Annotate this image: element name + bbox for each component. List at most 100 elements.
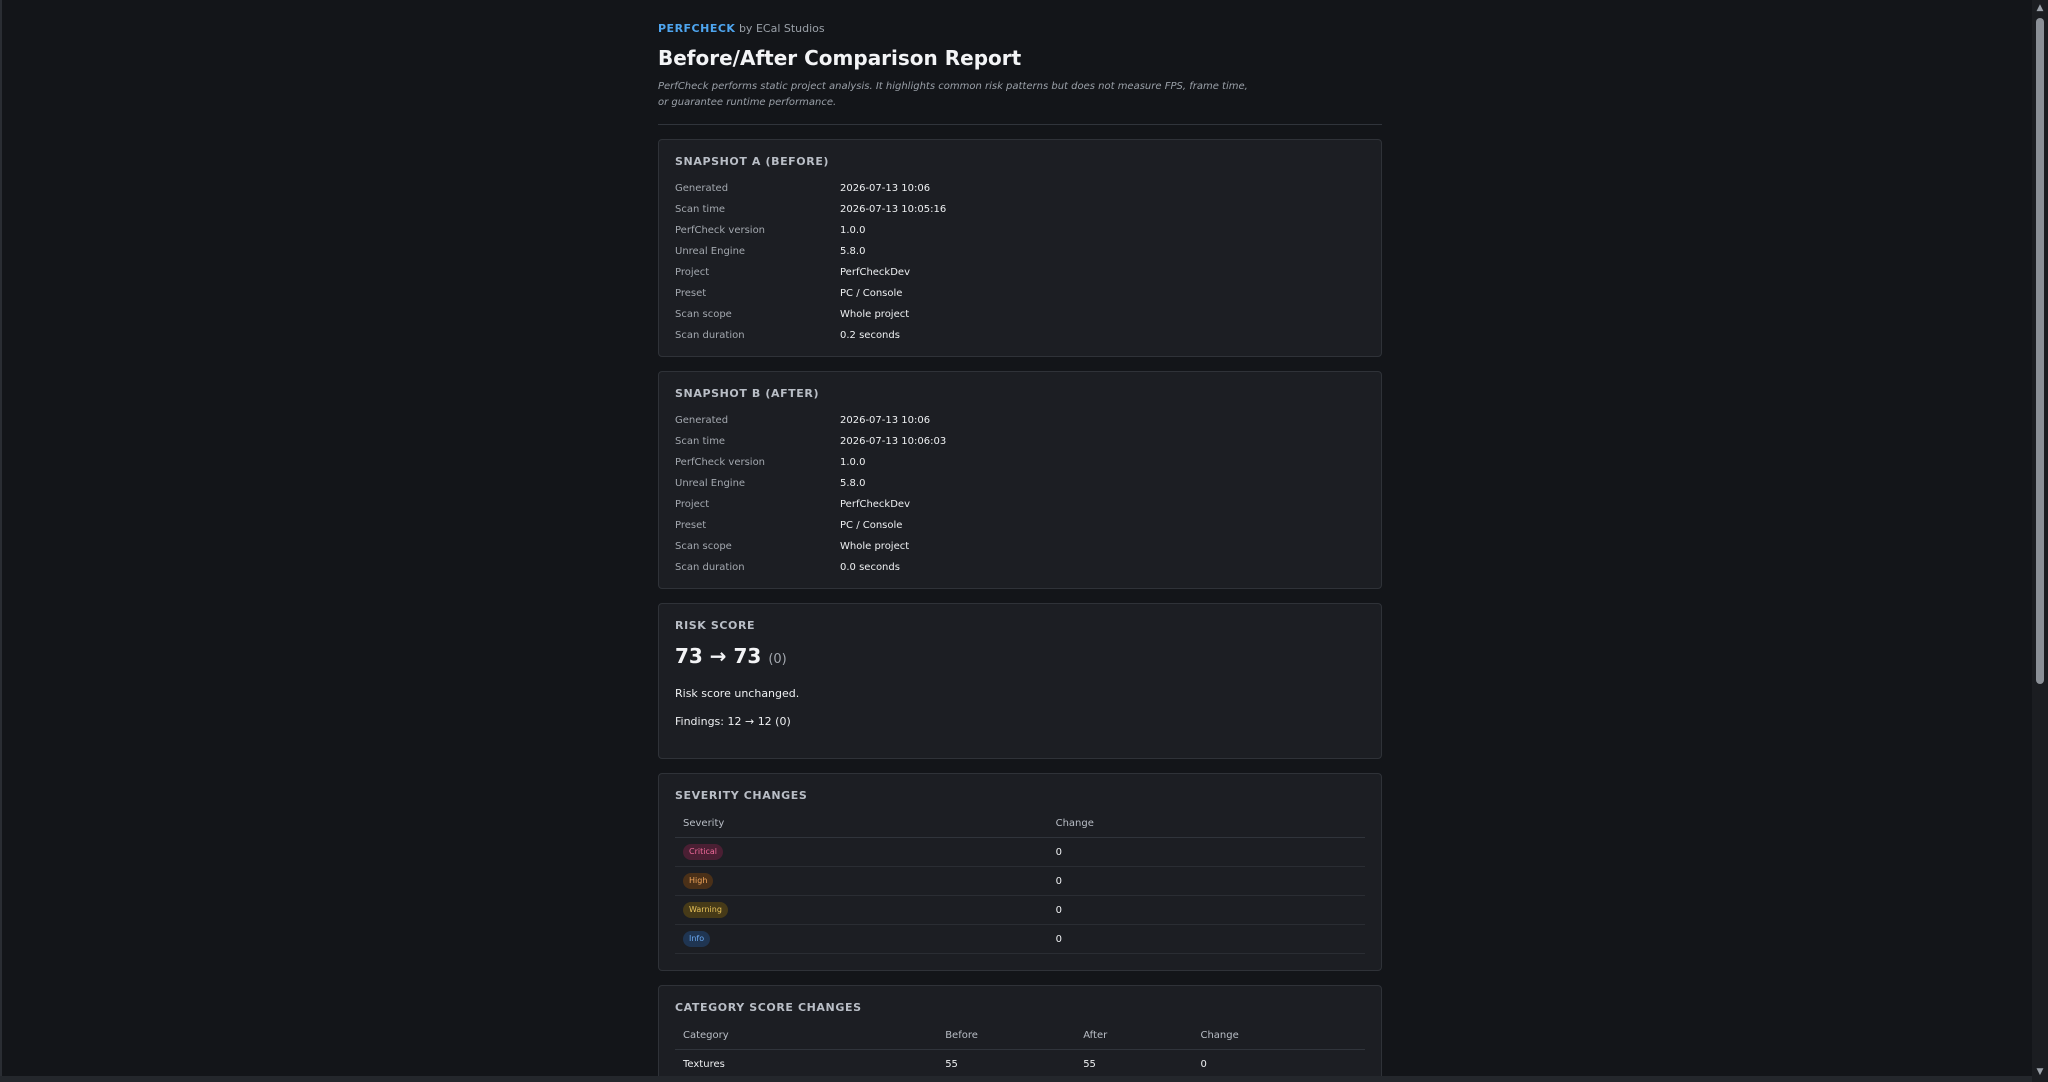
snapshot-a-title: SNAPSHOT A (BEFORE) <box>675 155 830 168</box>
meta-value: 2026-07-13 10:06 <box>840 183 931 194</box>
category-cell: Textures <box>675 1049 938 1076</box>
change-cell: 0 <box>1047 895 1365 925</box>
meta-value: 1.0.0 <box>840 457 866 468</box>
before-cell: 55 <box>937 1049 1076 1076</box>
severity-cell: Warning <box>675 895 1048 925</box>
header-divider <box>658 124 1382 125</box>
meta-label: Scan scope <box>675 309 732 320</box>
meta-label: Preset <box>675 520 707 531</box>
meta-label: Scan time <box>675 204 726 215</box>
severity-badge: Info <box>683 931 711 947</box>
change-cell: 0 <box>1047 837 1365 867</box>
table-row: Textures 55 55 0 <box>675 1049 1365 1076</box>
meta-value: Whole project <box>840 309 910 320</box>
severity-badge: Warning <box>683 902 728 918</box>
risk-score-card: RISK SCORE 73 → 73 (0) Risk score unchan… <box>658 603 1382 759</box>
meta-row: Scan time 2026-07-13 10:05:16 <box>675 199 1365 220</box>
meta-row: Scan duration 0.2 seconds <box>675 325 1365 346</box>
meta-label: PerfCheck version <box>675 225 766 236</box>
meta-row: Generated 2026-07-13 10:06 <box>675 410 1365 431</box>
meta-value: 5.8.0 <box>840 246 866 257</box>
column-header: After <box>1075 1024 1193 1050</box>
severity-cell: High <box>675 866 1048 896</box>
column-header: Change <box>1192 1024 1365 1050</box>
table-row: Info 0 <box>675 924 1365 954</box>
meta-row: Scan scope Whole project <box>675 536 1365 557</box>
snapshot-b-card: SNAPSHOT B (AFTER) Generated 2026-07-13 1… <box>658 371 1382 589</box>
severity-changes-card: SEVERITY CHANGES Severity Change Critica… <box>658 773 1382 971</box>
meta-value: PC / Console <box>840 520 903 531</box>
meta-row: Project PerfCheckDev <box>675 494 1365 515</box>
table-header-row: Severity Change <box>675 812 1365 838</box>
table-header-row: Category Before After Change <box>675 1024 1365 1050</box>
severity-cell: Info <box>675 924 1048 954</box>
meta-value: 2026-07-13 10:05:16 <box>840 204 947 215</box>
risk-summary: Risk score unchanged. <box>675 687 800 700</box>
risk-score-numbers: 73 → 73 <box>675 644 762 668</box>
meta-row: Scan scope Whole project <box>675 304 1365 325</box>
severity-badge: High <box>683 873 714 889</box>
meta-value: 0.0 seconds <box>840 562 900 573</box>
table-row: Warning 0 <box>675 895 1365 925</box>
category-changes-title: CATEGORY SCORE CHANGES <box>675 1001 862 1014</box>
column-header: Before <box>937 1024 1076 1050</box>
severity-changes-title: SEVERITY CHANGES <box>675 789 808 802</box>
scroll-down-arrow-icon[interactable]: ▼ <box>2032 1064 2048 1080</box>
meta-label: Scan scope <box>675 541 732 552</box>
scroll-up-arrow-icon[interactable]: ▲ <box>2032 0 2048 16</box>
severity-badge: Critical <box>683 844 723 860</box>
meta-row: Unreal Engine 5.8.0 <box>675 241 1365 262</box>
meta-row: Preset PC / Console <box>675 515 1365 536</box>
brand-line: PERFCHECK by ECal Studios <box>658 21 1382 37</box>
meta-value: 5.8.0 <box>840 478 866 489</box>
meta-value: 2026-07-13 10:06 <box>840 415 931 426</box>
meta-value: 1.0.0 <box>840 225 866 236</box>
meta-row: Unreal Engine 5.8.0 <box>675 473 1365 494</box>
meta-row: Scan duration 0.0 seconds <box>675 557 1365 578</box>
report-viewport: PERFCHECK by ECal Studios Before/After C… <box>0 0 2034 1076</box>
meta-row: Scan time 2026-07-13 10:06:03 <box>675 431 1365 452</box>
meta-row: PerfCheck version 1.0.0 <box>675 452 1365 473</box>
meta-value: 0.2 seconds <box>840 330 900 341</box>
column-header: Severity <box>675 812 1048 838</box>
meta-label: PerfCheck version <box>675 457 766 468</box>
brand-name: PERFCHECK <box>658 22 736 35</box>
meta-label: Generated <box>675 183 729 194</box>
meta-label: Preset <box>675 288 707 299</box>
meta-value: PC / Console <box>840 288 903 299</box>
change-cell: 0 <box>1047 924 1365 954</box>
meta-label: Scan duration <box>675 330 745 341</box>
table-row: Critical 0 <box>675 837 1365 867</box>
meta-label: Unreal Engine <box>675 246 746 257</box>
severity-table: Severity Change Critical 0 High 0 Warning 0 In… <box>675 812 1365 954</box>
findings-summary: Findings: 12 → 12 (0) <box>675 715 791 728</box>
scrollbar-thumb[interactable] <box>2036 18 2044 684</box>
snapshot-a-card: SNAPSHOT A (BEFORE) Generated 2026-07-13 … <box>658 139 1382 357</box>
severity-cell: Critical <box>675 837 1048 867</box>
meta-row: Preset PC / Console <box>675 283 1365 304</box>
change-cell: 0 <box>1047 866 1365 896</box>
column-header: Change <box>1047 812 1365 838</box>
page-title: Before/After Comparison Report <box>658 46 1022 70</box>
vertical-scrollbar[interactable]: ▲ ▼ <box>2032 0 2048 1082</box>
meta-label: Unreal Engine <box>675 478 746 489</box>
risk-score-title: RISK SCORE <box>675 619 756 632</box>
window-bottom-edge <box>0 1076 2048 1082</box>
meta-label: Project <box>675 267 710 278</box>
snapshot-b-title: SNAPSHOT B (AFTER) <box>675 387 820 400</box>
brand-byline: by ECal Studios <box>738 22 825 35</box>
risk-score-value: 73 → 73 (0) <box>675 642 1365 674</box>
meta-row: PerfCheck version 1.0.0 <box>675 220 1365 241</box>
meta-value: PerfCheckDev <box>840 267 910 278</box>
meta-label: Scan duration <box>675 562 745 573</box>
column-header: Category <box>675 1024 938 1050</box>
meta-value: Whole project <box>840 541 910 552</box>
meta-label: Generated <box>675 415 729 426</box>
after-cell: 55 <box>1075 1049 1193 1076</box>
change-cell: 0 <box>1192 1049 1365 1076</box>
category-changes-card: CATEGORY SCORE CHANGES Category Before A… <box>658 985 1382 1076</box>
risk-score-delta: (0) <box>768 652 787 667</box>
meta-label: Project <box>675 499 710 510</box>
meta-row: Generated 2026-07-13 10:06 <box>675 178 1365 199</box>
report-container: PERFCHECK by ECal Studios Before/After C… <box>658 0 1382 1076</box>
